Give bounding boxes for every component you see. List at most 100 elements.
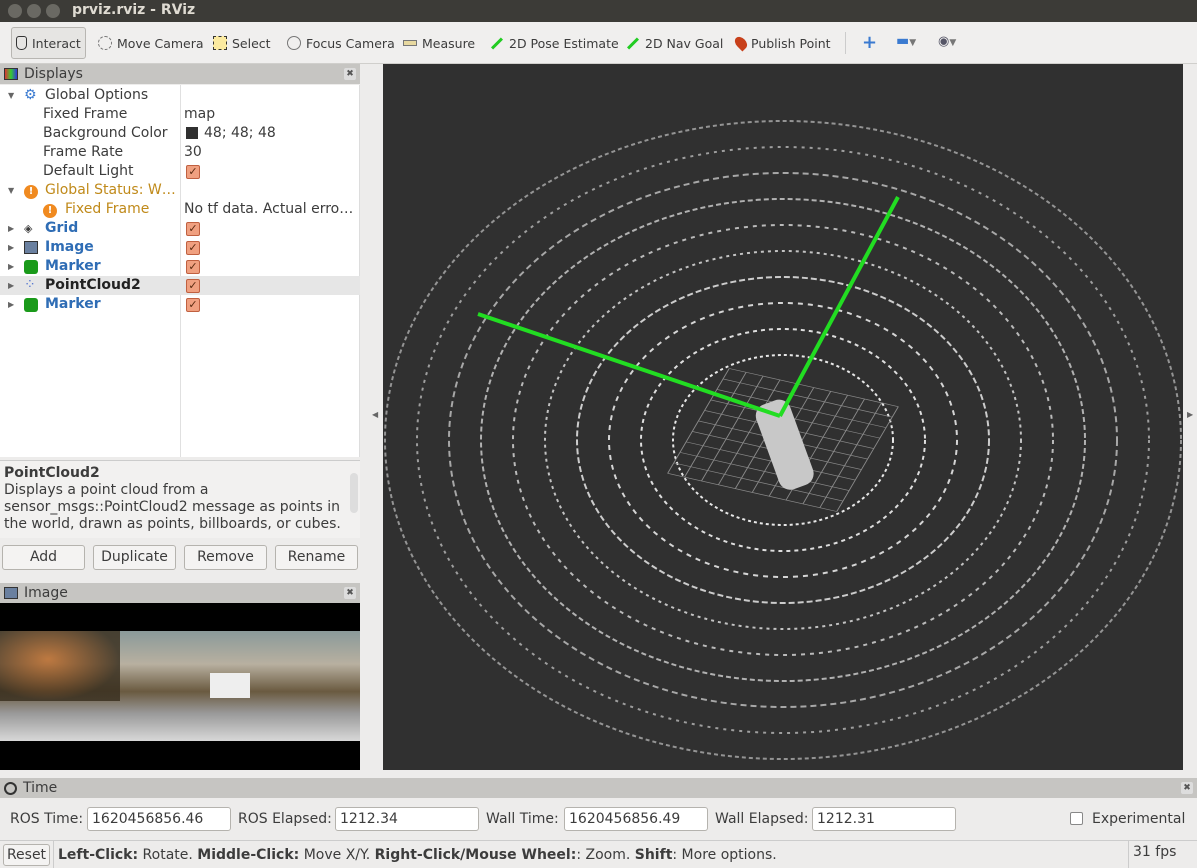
experimental-checkbox[interactable]: [1070, 812, 1083, 825]
panel-title: Image: [24, 585, 68, 601]
minus-icon: ▬▼: [896, 33, 917, 49]
display-tree: ▼ ⚙ Global Options Fixed Frame map Backgrou…: [0, 85, 360, 457]
ros-time-field[interactable]: 1620456856.46: [87, 807, 231, 831]
duplicate-button[interactable]: Duplicate: [93, 545, 176, 570]
panel-title: Time: [23, 780, 58, 796]
tree-row-marker[interactable]: ▶ Marker ✓: [0, 257, 360, 276]
pin-icon: [732, 34, 750, 52]
displays-header: Displays ✖: [0, 64, 360, 84]
select-tool[interactable]: Select: [209, 30, 275, 56]
remove-button[interactable]: Remove: [184, 545, 267, 570]
green-arrow-icon: [490, 36, 504, 50]
row-label: Background Color: [43, 125, 168, 141]
add-tool-button[interactable]: +: [862, 32, 877, 53]
add-button[interactable]: Add: [2, 545, 85, 570]
plus-icon: +: [862, 32, 878, 53]
row-value[interactable]: 48; 48; 48: [204, 124, 276, 143]
row-label: Image: [45, 239, 94, 255]
wall-time-label: Wall Time:: [486, 811, 559, 827]
measure-tool[interactable]: Measure: [399, 30, 479, 56]
description-box: PointCloud2 Displays a point cloud from …: [0, 460, 360, 538]
description-title: PointCloud2: [4, 465, 100, 481]
tool-label: Select: [232, 35, 271, 51]
panel-title: Displays: [24, 66, 83, 82]
row-label: Marker: [45, 258, 101, 274]
close-icon[interactable]: ✖: [344, 68, 356, 80]
image-panel: Image ✖: [0, 583, 360, 770]
description-text: Displays a point cloud from a sensor_msg…: [4, 482, 341, 532]
status-hint: Left-Click: Rotate. Middle-Click: Move X…: [58, 847, 777, 863]
maximize-window-button[interactable]: [46, 4, 60, 18]
minimize-window-button[interactable]: [27, 4, 41, 18]
cube-icon: [24, 260, 38, 274]
row-value[interactable]: map: [184, 105, 215, 124]
close-icon[interactable]: ✖: [1181, 782, 1193, 794]
publish-point-tool[interactable]: Publish Point: [732, 30, 835, 56]
tree-row-image[interactable]: ▶ Image ✓: [0, 238, 360, 257]
ros-elapsed-label: ROS Elapsed:: [238, 811, 332, 827]
tree-row-marker[interactable]: ▶ Marker ✓: [0, 295, 360, 314]
tree-row-global-status[interactable]: ▼! Global Status: W…: [0, 181, 360, 200]
checkbox[interactable]: ✓: [186, 279, 200, 293]
clock-icon: [4, 781, 17, 795]
tool-label: Interact: [32, 35, 81, 51]
title-bar: prviz.rviz - RViz: [0, 0, 1197, 22]
wall-elapsed-field[interactable]: 1212.31: [812, 807, 956, 831]
focus-camera-tool[interactable]: Focus Camera: [283, 30, 399, 56]
rename-button[interactable]: Rename: [275, 545, 358, 570]
close-window-button[interactable]: [8, 4, 22, 18]
experimental-label: Experimental: [1092, 811, 1186, 827]
window-title: prviz.rviz - RViz: [72, 2, 196, 18]
ros-elapsed-field[interactable]: 1212.34: [335, 807, 479, 831]
tree-row-grid[interactable]: ▶ ◈ Grid ✓: [0, 219, 360, 238]
ros-time-label: ROS Time:: [10, 811, 84, 827]
2d-nav-goal-tool[interactable]: 2D Nav Goal: [622, 30, 727, 56]
eye-icon: ◉▼: [938, 34, 957, 49]
green-arrow-icon: [626, 36, 640, 50]
collapse-right-handle[interactable]: ▶: [1187, 410, 1193, 419]
ruler-icon: [403, 40, 417, 46]
warning-icon: !: [24, 185, 38, 199]
tree-row-background-color[interactable]: Background Color 48; 48; 48: [0, 124, 360, 143]
status-bar: Reset Left-Click: Rotate. Middle-Click: …: [0, 840, 1197, 868]
row-label: Default Light: [43, 163, 134, 179]
image-icon: [4, 587, 18, 599]
tool-label: Move Camera: [117, 35, 204, 51]
hand-icon: [16, 36, 27, 50]
tool-label: 2D Nav Goal: [645, 35, 724, 51]
row-label: Global Status: W…: [45, 182, 176, 198]
grid-icon: ◈: [24, 222, 33, 235]
row-label: Fixed Frame: [65, 201, 150, 217]
checkbox[interactable]: ✓: [186, 165, 200, 179]
tree-row-fixed-frame[interactable]: Fixed Frame map: [0, 105, 360, 124]
tree-row-frame-rate[interactable]: Frame Rate 30: [0, 143, 360, 162]
warning-icon: !: [43, 204, 57, 218]
time-header: Time ✖: [0, 778, 1197, 798]
tree-row-status-fixed-frame[interactable]: ! Fixed Frame No tf data. Actual erro…: [0, 200, 360, 219]
checkbox[interactable]: ✓: [186, 260, 200, 274]
wall-elapsed-label: Wall Elapsed:: [715, 811, 809, 827]
move-camera-tool[interactable]: Move Camera: [94, 30, 208, 56]
view-tool-button[interactable]: ◉▼: [938, 34, 956, 49]
reset-button[interactable]: Reset: [3, 844, 50, 866]
tool-label: Measure: [422, 35, 476, 51]
checkbox[interactable]: ✓: [186, 298, 200, 312]
tree-row-default-light[interactable]: Default Light ✓: [0, 162, 360, 181]
collapse-left-handle[interactable]: ◀: [372, 410, 378, 419]
close-icon[interactable]: ✖: [344, 587, 356, 599]
monitor-icon: [4, 68, 18, 80]
scrollbar[interactable]: [350, 473, 358, 513]
pointcloud-icon: ⁘: [24, 277, 36, 293]
tree-row-pointcloud2[interactable]: ▶ ⁘ PointCloud2 ✓: [0, 276, 360, 295]
checkbox[interactable]: ✓: [186, 222, 200, 236]
tool-label: Focus Camera: [306, 35, 395, 51]
wall-time-field[interactable]: 1620456856.49: [564, 807, 708, 831]
tree-row-global-options[interactable]: ▼ ⚙ Global Options: [0, 86, 360, 105]
checkbox[interactable]: ✓: [186, 241, 200, 255]
2d-pose-estimate-tool[interactable]: 2D Pose Estimate: [486, 30, 623, 56]
row-label: Fixed Frame: [43, 106, 128, 122]
row-value[interactable]: 30: [184, 143, 202, 162]
remove-tool-button[interactable]: ▬▼: [896, 33, 916, 49]
interact-tool[interactable]: Interact: [11, 27, 86, 59]
3d-viewport[interactable]: [383, 64, 1183, 770]
